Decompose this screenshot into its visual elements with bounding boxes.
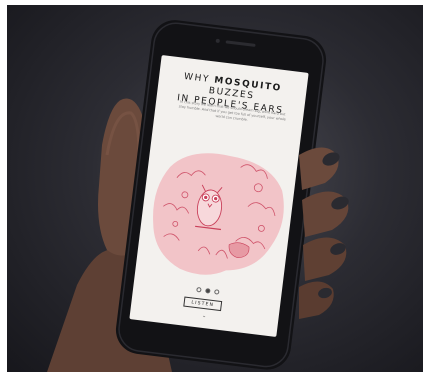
story-illustration xyxy=(153,153,284,275)
finger-4 xyxy=(299,281,334,319)
title-word-why: WHY xyxy=(183,71,211,85)
photo-frame: WHY MOSQUITO BUZZES IN PEOPLE'S EARS In … xyxy=(7,5,423,372)
page-dot-1[interactable] xyxy=(195,286,202,293)
page-dot-2[interactable] xyxy=(204,288,211,294)
listen-button[interactable]: LISTEN xyxy=(183,296,223,312)
page-dot-3[interactable] xyxy=(213,289,220,295)
